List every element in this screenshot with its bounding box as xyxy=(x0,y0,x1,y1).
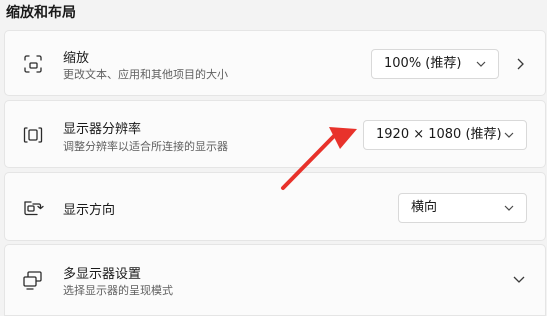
section-title: 缩放和布局 xyxy=(6,5,76,21)
resolution-title: 显示器分辨率 xyxy=(63,122,142,137)
scale-title: 缩放 xyxy=(63,51,90,66)
resolution-subtitle: 调整分辨率以适合所连接的显示器 xyxy=(63,140,228,153)
chevron-down-icon[interactable] xyxy=(513,273,525,285)
chevron-down-icon xyxy=(504,131,514,139)
chevron-right-icon[interactable] xyxy=(514,58,526,70)
scale-row: 缩放 更改文本、应用和其他项目的大小 100% (推荐) xyxy=(4,30,546,96)
orientation-title: 显示方向 xyxy=(63,203,116,218)
orientation-dropdown-value: 横向 xyxy=(411,200,438,215)
multi-display-icon xyxy=(21,268,45,292)
orientation-row: 显示方向 横向 xyxy=(4,172,546,241)
resolution-icon xyxy=(21,123,45,147)
multi-display-row[interactable]: 多显示器设置 选择显示器的呈现模式 xyxy=(4,244,546,316)
chevron-down-icon xyxy=(476,60,486,68)
scale-icon xyxy=(21,52,45,76)
multi-display-title: 多显示器设置 xyxy=(63,267,142,282)
orientation-icon xyxy=(21,196,45,220)
multi-display-subtitle: 选择显示器的呈现模式 xyxy=(63,284,173,297)
display-settings-page: 缩放和布局 缩放 更改文本、应用和其他项目的大小 100% (推荐) 显示器分辨… xyxy=(0,0,547,316)
scale-subtitle: 更改文本、应用和其他项目的大小 xyxy=(63,68,228,81)
scale-dropdown[interactable]: 100% (推荐) xyxy=(371,49,499,79)
resolution-dropdown-value: 1920 × 1080 (推荐) xyxy=(376,127,502,142)
orientation-dropdown[interactable]: 横向 xyxy=(398,193,527,223)
resolution-dropdown[interactable]: 1920 × 1080 (推荐) xyxy=(363,120,527,150)
resolution-row: 显示器分辨率 调整分辨率以适合所连接的显示器 1920 × 1080 (推荐) xyxy=(4,100,546,168)
scale-dropdown-value: 100% (推荐) xyxy=(384,56,462,71)
chevron-down-icon xyxy=(504,204,514,212)
